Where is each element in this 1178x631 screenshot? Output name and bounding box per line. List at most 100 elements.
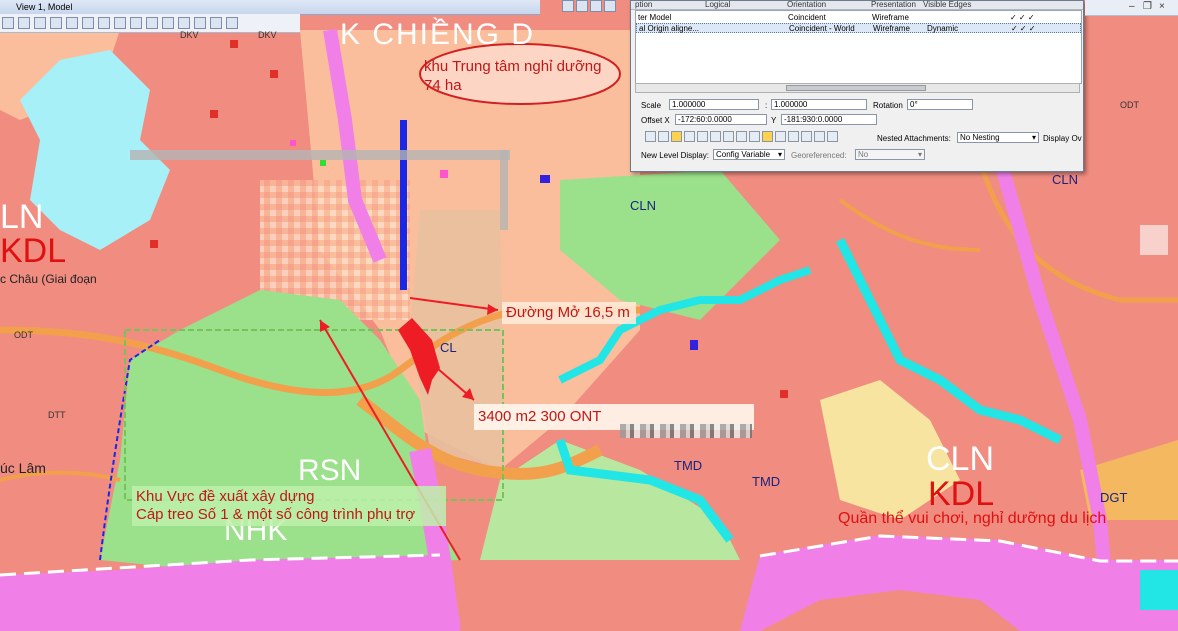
scale-separator: : — [765, 101, 768, 110]
pixel-block — [780, 390, 788, 398]
lock-icon[interactable] — [827, 131, 838, 142]
level-icon[interactable] — [775, 131, 786, 142]
label-tmd: TMD — [752, 474, 781, 489]
column-header-presentation[interactable]: Presentation — [871, 0, 916, 9]
window-area-icon[interactable] — [82, 17, 94, 29]
gray-line-top — [130, 150, 510, 160]
river-cyan-4 — [1140, 570, 1178, 610]
camera-icon[interactable] — [210, 17, 222, 29]
road-annotation: Đường Mở 16,5 m — [506, 304, 630, 321]
label-cln: CLN — [630, 198, 657, 213]
detach-icon[interactable] — [814, 131, 825, 142]
pan-view-icon[interactable] — [130, 17, 142, 29]
exchange-icon[interactable] — [788, 131, 799, 142]
pixel-block — [440, 170, 448, 178]
fit-view-icon[interactable] — [98, 17, 110, 29]
rotate-view-icon[interactable] — [114, 17, 126, 29]
new-level-display-select[interactable]: Config Variable — [713, 149, 785, 160]
label-cln: CLN — [1052, 172, 1079, 187]
offset-y-label: Y — [771, 116, 777, 125]
close-icon[interactable]: × — [1159, 2, 1168, 12]
gray-line-right — [500, 150, 508, 230]
label-odt: ODT — [1120, 100, 1139, 110]
scrollbar-thumb[interactable] — [786, 85, 926, 91]
view-next-icon[interactable] — [162, 17, 174, 29]
pixel-block — [230, 40, 238, 48]
update-view-icon[interactable] — [34, 17, 46, 29]
label-odt: ODT — [14, 330, 33, 340]
pixel-block — [290, 140, 296, 146]
clip-volume-icon[interactable] — [194, 17, 206, 29]
label-chau: c Châu (Giai đoạn — [0, 272, 97, 286]
remove-icon[interactable] — [590, 0, 602, 12]
mirror-icon[interactable] — [749, 131, 760, 142]
snap-toggle-icon[interactable] — [658, 131, 669, 142]
offset-x-field[interactable]: -172:60:0.0000 — [675, 114, 767, 125]
reference-orientation: Coincident — [788, 13, 826, 22]
reference-checks[interactable]: ✓ ✓ ✓ — [1011, 24, 1036, 34]
add-icon[interactable] — [576, 0, 588, 12]
view-title-bar: View 1, Model — [0, 0, 540, 15]
column-header-logical[interactable]: Logical — [705, 0, 730, 9]
minimize-icon[interactable]: – — [1129, 2, 1138, 12]
pixel-block — [1140, 225, 1168, 255]
clip-mask-icon[interactable] — [697, 131, 708, 142]
label-kdl-left: KDL — [0, 232, 67, 270]
references-dialog: ption Logical Orientation Presentation V… — [630, 0, 1084, 172]
settings-icon[interactable] — [604, 0, 616, 12]
label-chieng: K CHIỀNG D — [340, 18, 536, 51]
reference-row-selected[interactable]: al Origin aligne... Coincident - World W… — [636, 23, 1081, 33]
nested-attachments-label: Nested Attachments: — [877, 134, 951, 143]
label-dtt: DTT — [48, 410, 66, 420]
view-toolbar — [0, 14, 300, 33]
reference-list[interactable]: ter Model Coincident Wireframe ✓ ✓ ✓ al … — [635, 10, 1082, 84]
label-quan-the: Quần thể vui chơi, nghỉ dưỡng du lịch — [838, 510, 1107, 527]
attach-icon[interactable] — [562, 0, 574, 12]
column-header-orientation[interactable]: Orientation — [787, 0, 826, 9]
rotation-label: Rotation — [873, 101, 903, 110]
label-tmd: TMD — [674, 458, 703, 473]
scale-icon[interactable] — [723, 131, 734, 142]
reference-edges: Dynamic — [927, 24, 959, 33]
reference-checks[interactable]: ✓ ✓ ✓ — [1010, 13, 1035, 23]
resort-annotation-line2: 74 ha — [424, 77, 462, 94]
view-attributes-icon[interactable] — [2, 17, 14, 29]
rotation-field[interactable]: 0° — [907, 99, 973, 110]
reference-name: al Origin aligne... — [639, 24, 700, 33]
label-dkv: DKV — [180, 30, 199, 40]
pixel-block — [150, 240, 158, 248]
label-uc-lam: úc Lâm — [0, 460, 46, 476]
hilite-icon[interactable] — [762, 131, 773, 142]
scale-y-field[interactable]: 1.000000 — [771, 99, 867, 110]
view-previous-icon[interactable] — [146, 17, 158, 29]
display-style-icon[interactable] — [18, 17, 30, 29]
new-level-display-label: New Level Display: — [641, 151, 710, 160]
pixel-block — [540, 175, 550, 183]
scale-x-field[interactable]: 1.000000 — [669, 99, 759, 110]
zoom-out-icon[interactable] — [66, 17, 78, 29]
display-toggle-icon[interactable] — [645, 131, 656, 142]
move-icon[interactable] — [710, 131, 721, 142]
pixel-block — [270, 70, 278, 78]
offset-y-field[interactable]: -181:930:0.0000 — [781, 114, 877, 125]
reload-icon[interactable] — [801, 131, 812, 142]
scale-label: Scale — [641, 101, 662, 110]
reference-name: ter Model — [638, 13, 672, 22]
zone-annotation-line1: Khu Vực đề xuất xây dựng — [136, 488, 315, 505]
nested-attachments-select[interactable]: No Nesting — [957, 132, 1039, 143]
locate-toggle-icon[interactable] — [671, 131, 682, 142]
horizontal-scrollbar[interactable] — [635, 83, 1080, 93]
zone-annotation-line2: Cáp treo Số 1 & một số công trình phụ tr… — [136, 506, 416, 523]
plot-annotation: 3400 m2 300 ONT — [478, 408, 602, 425]
blue-line-vertical — [400, 120, 407, 290]
restore-icon[interactable]: ❐ — [1143, 2, 1152, 12]
copy-view-icon[interactable] — [178, 17, 190, 29]
column-header-description[interactable]: ption — [635, 0, 652, 9]
clip-boundary-icon[interactable] — [684, 131, 695, 142]
reference-row[interactable]: ter Model Coincident Wireframe ✓ ✓ ✓ — [636, 13, 1081, 23]
pixel-block — [690, 340, 698, 350]
hand-icon[interactable] — [226, 17, 238, 29]
zoom-in-icon[interactable] — [50, 17, 62, 29]
rotate-icon[interactable] — [736, 131, 747, 142]
column-header-visible-edges[interactable]: Visible Edges — [923, 0, 971, 9]
